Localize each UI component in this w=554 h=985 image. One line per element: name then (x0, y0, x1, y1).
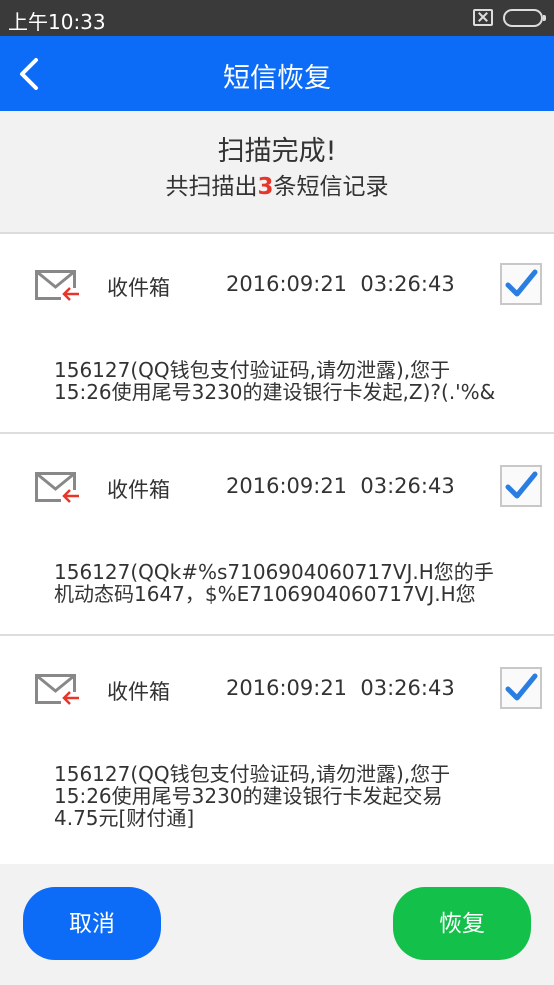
inbox-mail-icon (35, 270, 81, 302)
page-title: 短信恢复 (223, 63, 331, 94)
scan-count-number: 3 (257, 174, 274, 200)
sms-content: 156127(QQ钱包支付验证码,请勿泄露),您于 15:26使用尾号3230的… (54, 358, 496, 404)
sms-checkbox[interactable] (500, 465, 542, 507)
sms-content: 156127(QQk#%s7106904060717VJ.H您的手 机动态码16… (54, 560, 494, 606)
inbox-mail-icon (35, 674, 81, 706)
sms-item[interactable]: 收件箱 2016:09:21 03:26:43 156127(QQ钱包支付验证码… (0, 638, 554, 864)
sms-item[interactable]: 收件箱 2016:09:21 03:26:43 156127(QQk#%s710… (0, 436, 554, 636)
scan-count-prefix: 共扫描出 (165, 174, 258, 200)
sms-folder: 收件箱 (107, 680, 170, 704)
checkmark-icon (505, 673, 538, 701)
sms-item[interactable]: 收件箱 2016:09:21 03:26:43 156127(QQ钱包支付验证码… (0, 234, 554, 434)
scan-summary: 扫描完成! 共扫描出3条短信记录 (0, 111, 554, 213)
checkmark-icon (505, 269, 538, 297)
sms-checkbox[interactable] (500, 263, 542, 305)
sms-list: 收件箱 2016:09:21 03:26:43 156127(QQ钱包支付验证码… (0, 234, 554, 864)
inbox-mail-icon (35, 472, 81, 504)
cancel-button[interactable]: 取消 (23, 887, 161, 960)
scan-count-text: 共扫描出3条短信记录 (0, 167, 554, 201)
scan-count-suffix: 条短信记录 (273, 174, 389, 200)
restore-button[interactable]: 恢复 (393, 887, 531, 960)
bottom-action-bar: 取消 恢复 (0, 864, 554, 985)
battery-icon (503, 9, 546, 27)
sms-content: 156127(QQ钱包支付验证码,请勿泄露),您于 15:26使用尾号3230的… (54, 762, 451, 830)
checkmark-icon (505, 471, 538, 499)
sms-folder: 收件箱 (107, 478, 170, 502)
sms-datetime: 2016:09:21 03:26:43 (226, 272, 455, 296)
sim-icon (473, 9, 493, 26)
sms-datetime: 2016:09:21 03:26:43 (226, 676, 455, 700)
scan-complete-text: 扫描完成! (217, 136, 337, 167)
sms-folder: 收件箱 (107, 276, 170, 300)
sms-datetime: 2016:09:21 03:26:43 (226, 474, 455, 498)
status-bar: 上午10:33 (0, 0, 554, 36)
status-time: 上午10:33 (8, 10, 106, 34)
sms-checkbox[interactable] (500, 667, 542, 709)
nav-bar: 短信恢复 (0, 36, 554, 111)
